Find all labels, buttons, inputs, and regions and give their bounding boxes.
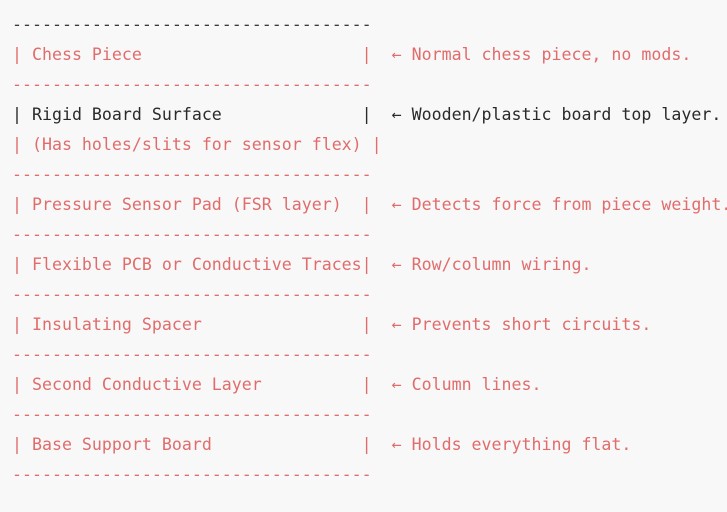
separator-line: ------------------------------------ (12, 165, 372, 184)
separator-line: ------------------------------------ (12, 345, 372, 364)
layer-chess-piece: | Chess Piece | ← Normal chess piece, no… (12, 45, 692, 64)
separator-line: ------------------------------------ (12, 465, 372, 484)
separator-line: ------------------------------------ (12, 405, 372, 424)
layer-base-support-board: | Base Support Board | ← Holds everythin… (12, 435, 632, 454)
layer-insulating-spacer: | Insulating Spacer | ← Prevents short c… (12, 315, 652, 334)
layer-rigid-board-note: | (Has holes/slits for sensor flex) | (12, 135, 382, 154)
layer-second-conductive: | Second Conductive Layer | ← Column lin… (12, 375, 542, 394)
layer-flexible-pcb: | Flexible PCB or Conductive Traces| ← R… (12, 255, 592, 274)
code-block: ------------------------------------ | C… (0, 0, 727, 512)
separator-line: ------------------------------------ (12, 285, 372, 304)
layer-pressure-sensor-pad: | Pressure Sensor Pad (FSR layer) | ← De… (12, 195, 727, 214)
layer-rigid-board-surface: | Rigid Board Surface | ← Wooden/plastic… (12, 105, 722, 124)
separator-line: ------------------------------------ (12, 225, 372, 244)
separator-line: ------------------------------------ (12, 15, 372, 34)
separator-line: ------------------------------------ (12, 75, 372, 94)
